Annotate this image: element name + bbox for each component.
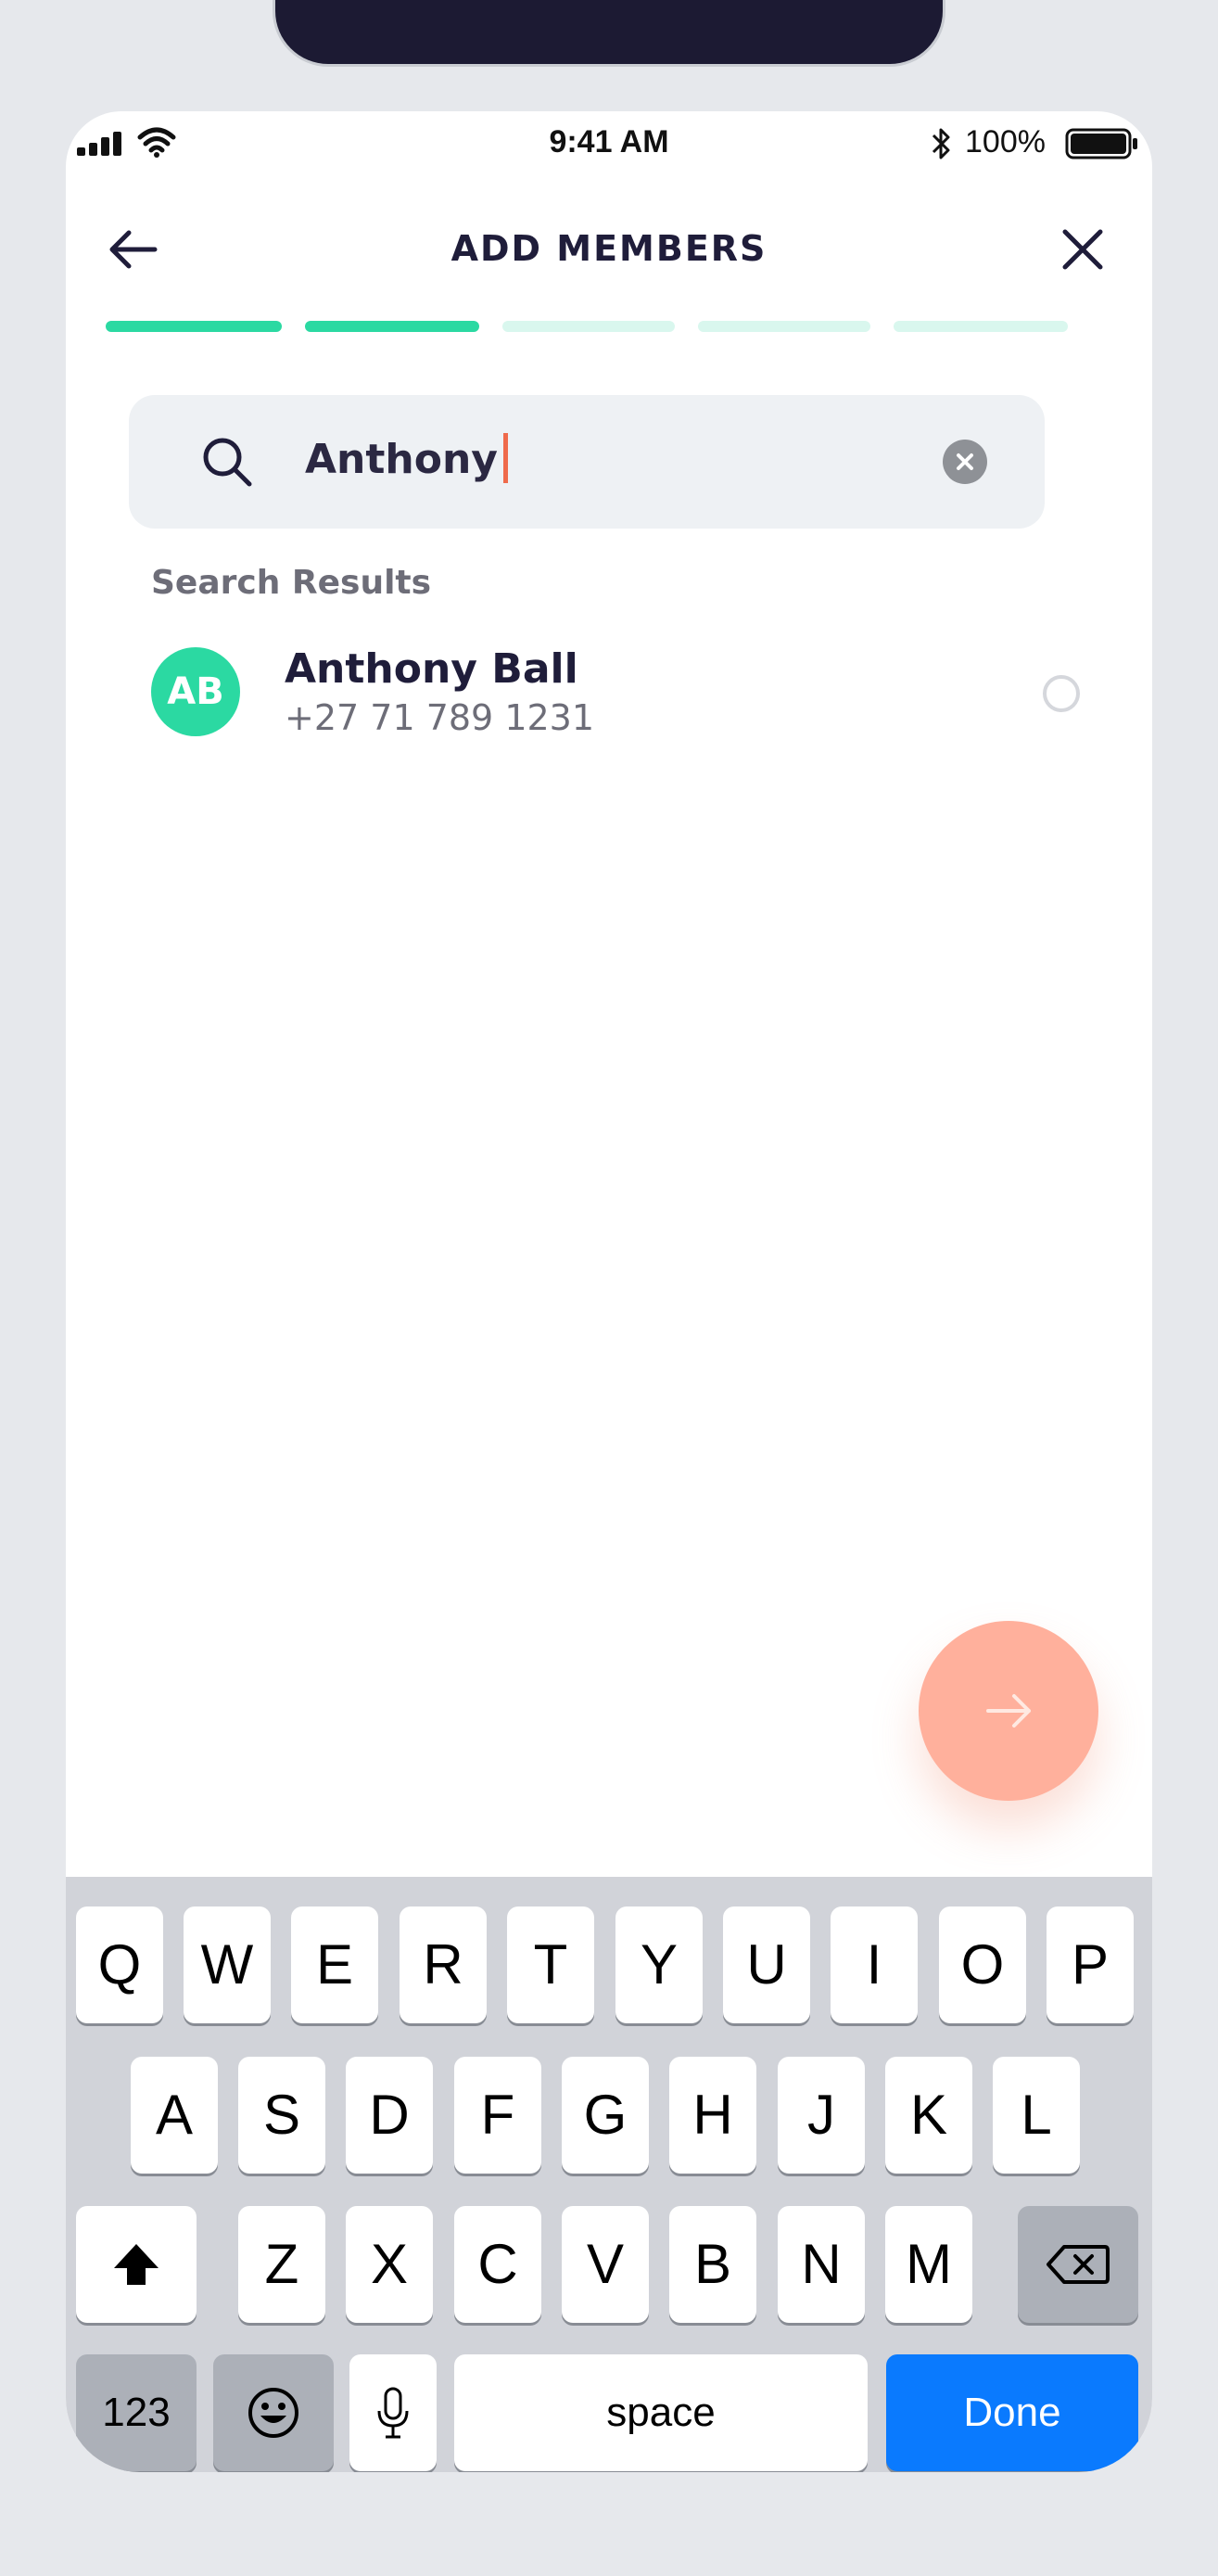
phone-frame: 9:41 AM 100% ADD MEMBERS Anthony Search … [0, 0, 1218, 2576]
key-z[interactable]: Z [238, 2206, 325, 2323]
search-input-value: Anthony [305, 436, 498, 483]
header: ADD MEMBERS [66, 204, 1152, 297]
key-n[interactable]: N [778, 2206, 865, 2323]
progress-step-4 [698, 321, 870, 332]
select-radio[interactable] [1043, 675, 1080, 712]
key-p[interactable]: P [1047, 1906, 1134, 2023]
key-e[interactable]: E [291, 1906, 378, 2023]
key-q[interactable]: Q [76, 1906, 163, 2023]
progress-step-5 [894, 321, 1068, 332]
microphone-icon [377, 2387, 409, 2439]
avatar: AB [151, 647, 240, 736]
backspace-icon [1047, 2245, 1110, 2284]
dictation-key[interactable] [349, 2354, 437, 2471]
key-x[interactable]: X [346, 2206, 433, 2323]
search-icon [203, 438, 252, 487]
search-input[interactable]: Anthony [305, 432, 508, 488]
key-y[interactable]: Y [615, 1906, 703, 2023]
key-h[interactable]: H [669, 2057, 756, 2174]
contact-name: Anthony Ball [285, 645, 578, 693]
arrow-right-icon [986, 1694, 1031, 1728]
key-g[interactable]: G [562, 2057, 649, 2174]
key-k[interactable]: K [885, 2057, 972, 2174]
contact-result-row[interactable]: AB Anthony Ball +27 71 789 1231 [151, 645, 1080, 738]
key-w[interactable]: W [184, 1906, 271, 2023]
progress-step-1 [106, 321, 282, 332]
close-icon [1062, 229, 1103, 270]
search-bar[interactable]: Anthony [129, 395, 1045, 529]
backspace-key[interactable] [1018, 2206, 1138, 2323]
emoji-key[interactable] [213, 2354, 334, 2471]
key-a[interactable]: A [131, 2057, 218, 2174]
key-u[interactable]: U [723, 1906, 810, 2023]
status-bar: 9:41 AM 100% [66, 111, 1152, 176]
key-r[interactable]: R [400, 1906, 487, 2023]
step-progress [106, 321, 1090, 332]
key-m[interactable]: M [885, 2206, 972, 2323]
key-o[interactable]: O [939, 1906, 1026, 2023]
key-s[interactable]: S [238, 2057, 325, 2174]
key-f[interactable]: F [454, 2057, 541, 2174]
contact-phone: +27 71 789 1231 [285, 697, 595, 738]
text-caret [502, 433, 508, 483]
close-button[interactable] [1052, 219, 1113, 280]
key-v[interactable]: V [562, 2206, 649, 2323]
key-l[interactable]: L [993, 2057, 1080, 2174]
progress-step-3 [502, 321, 675, 332]
shift-key[interactable] [76, 2206, 197, 2323]
clear-icon [957, 453, 973, 470]
battery-percentage: 100% [965, 124, 1046, 159]
key-t[interactable]: T [507, 1906, 594, 2023]
screen: 9:41 AM 100% ADD MEMBERS Anthony Search … [66, 111, 1152, 2472]
key-j[interactable]: J [778, 2057, 865, 2174]
space-key[interactable]: space [454, 2354, 868, 2471]
numbers-key[interactable]: 123 [76, 2354, 197, 2471]
key-i[interactable]: I [831, 1906, 918, 2023]
page-title: ADD MEMBERS [450, 228, 768, 269]
done-key[interactable]: Done [886, 2354, 1138, 2471]
next-button[interactable] [919, 1621, 1098, 1801]
key-d[interactable]: D [346, 2057, 433, 2174]
shift-icon [114, 2244, 159, 2285]
emoji-icon [248, 2388, 298, 2438]
bluetooth-icon [932, 128, 950, 159]
keyboard: Q W E R T Y U I O P A S D F G H J K L Z … [66, 1877, 1152, 2472]
battery-icon [1065, 128, 1137, 159]
search-results-label: Search Results [151, 564, 432, 602]
progress-step-2 [305, 321, 479, 332]
key-c[interactable]: C [454, 2206, 541, 2323]
clear-search-button[interactable] [943, 440, 987, 484]
notch [273, 0, 945, 67]
key-b[interactable]: B [669, 2206, 756, 2323]
